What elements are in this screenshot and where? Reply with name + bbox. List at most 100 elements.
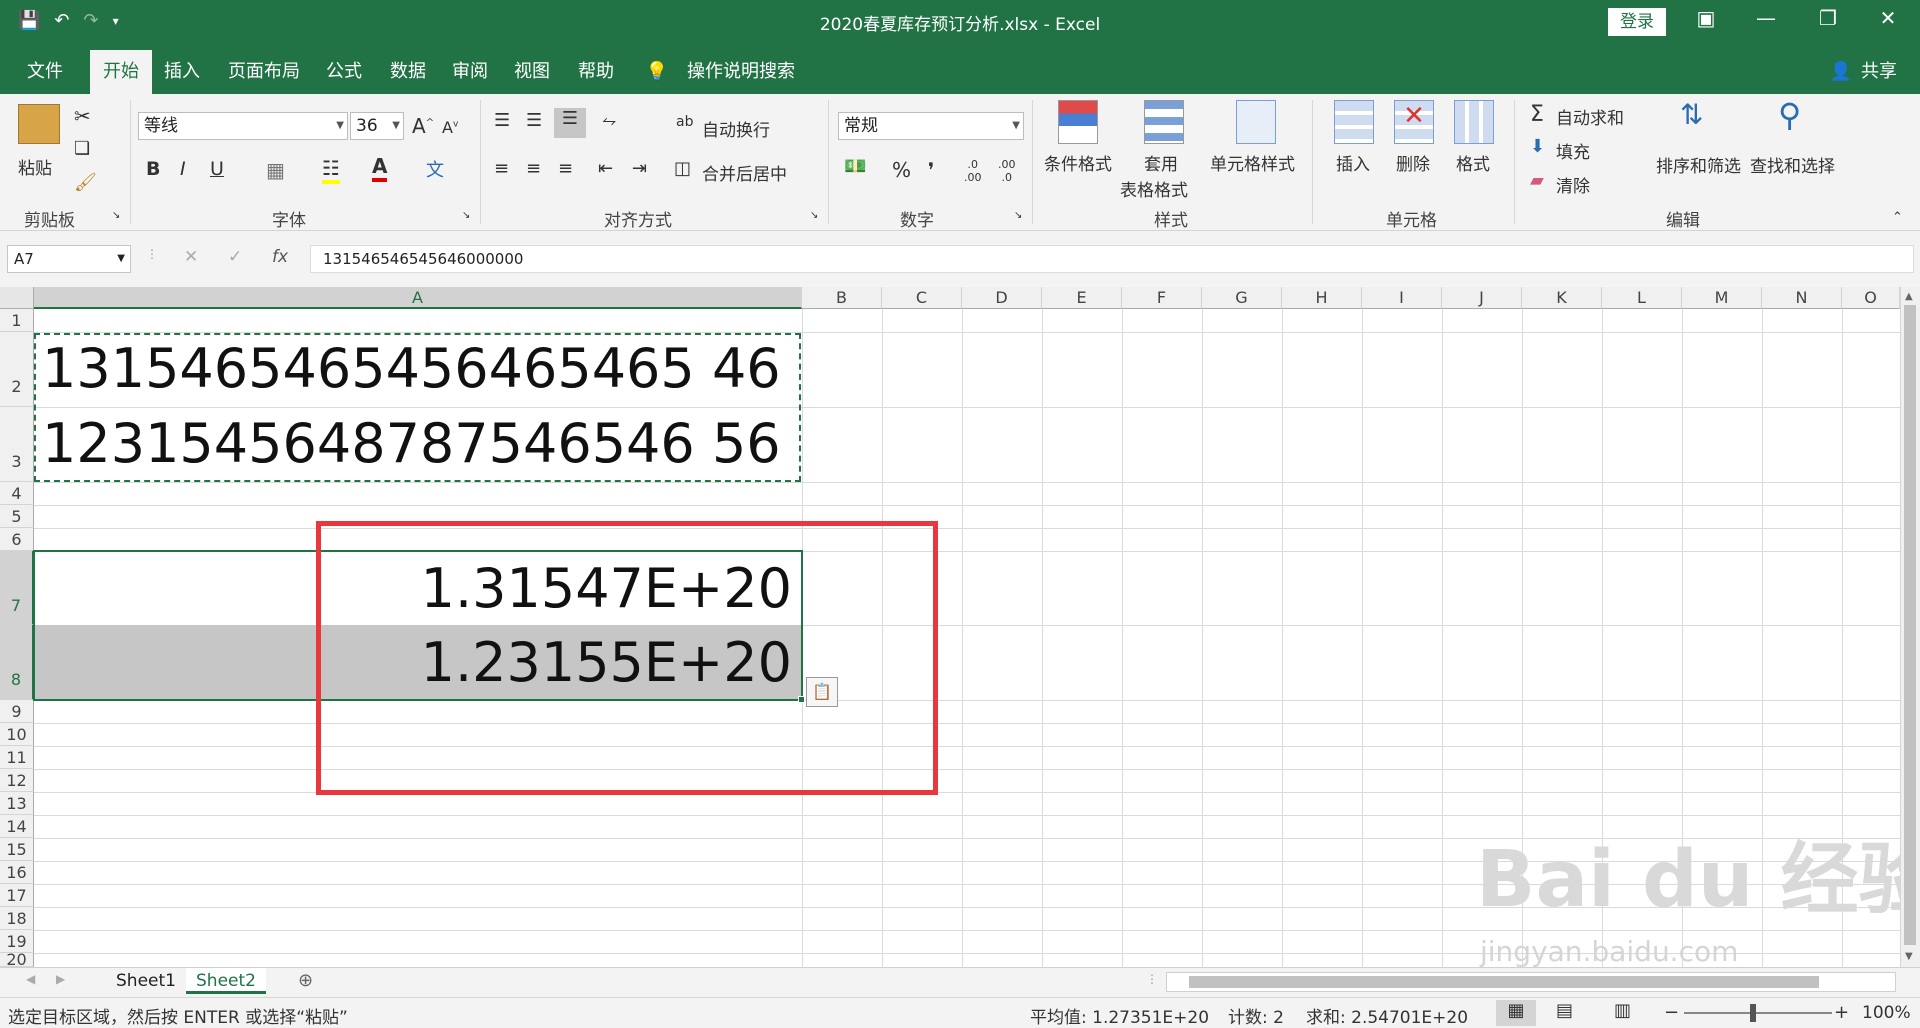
font-color-icon[interactable]: A <box>372 154 388 182</box>
zoom-in-icon[interactable]: + <box>1834 1002 1849 1023</box>
select-all-corner[interactable] <box>0 287 34 309</box>
scroll-up-icon[interactable]: ▲ <box>1905 291 1913 302</box>
ribbon-display-icon[interactable]: ▣ <box>1686 6 1726 30</box>
row-header[interactable]: 3 <box>0 407 34 482</box>
dialog-launcher-icon[interactable]: ↘ <box>1014 210 1022 221</box>
row-header[interactable]: 20 <box>0 953 34 967</box>
bold-button[interactable]: B <box>146 158 160 180</box>
sort-filter-button[interactable]: 排序和筛选 <box>1656 152 1741 177</box>
zoom-slider[interactable] <box>1684 1012 1832 1014</box>
format-cells-icon[interactable] <box>1454 100 1494 144</box>
conditional-format-icon[interactable] <box>1058 100 1098 144</box>
decrease-indent-icon[interactable]: ⇤ <box>598 158 613 179</box>
align-bottom-icon[interactable]: ☰ <box>554 108 586 138</box>
dialog-launcher-icon[interactable]: ↘ <box>810 210 818 221</box>
horizontal-scrollbar[interactable] <box>1166 972 1896 992</box>
cut-icon[interactable]: ✂ <box>74 104 91 128</box>
column-header[interactable]: F <box>1122 287 1202 309</box>
merge-center-button[interactable]: 合并后居中 <box>702 160 787 185</box>
increase-decimal-icon[interactable]: .0.00 <box>964 158 982 184</box>
border-icon[interactable]: ▦ <box>266 158 285 182</box>
h-scroll-thumb[interactable] <box>1189 976 1819 988</box>
row-header[interactable]: 5 <box>0 505 34 528</box>
italic-button[interactable]: I <box>180 158 186 180</box>
column-header[interactable]: I <box>1362 287 1442 309</box>
tab-help[interactable]: 帮助 <box>572 44 620 94</box>
tab-file[interactable]: 文件 <box>18 44 72 94</box>
decrease-decimal-icon[interactable]: .00.0 <box>998 158 1016 184</box>
delete-cells-icon[interactable]: ✕ <box>1394 100 1434 144</box>
number-format-select[interactable]: 常规 ▼ <box>838 112 1024 140</box>
sheet-tab-active[interactable]: Sheet2 <box>186 968 266 994</box>
increase-font-icon[interactable]: A^ <box>412 114 434 138</box>
underline-button[interactable]: U <box>210 158 224 180</box>
name-box[interactable]: A7 ▼ <box>7 245 131 273</box>
formula-input[interactable]: 131546546545646000000 <box>310 245 1914 273</box>
row-header[interactable]: 13 <box>0 792 34 815</box>
next-sheet-icon[interactable]: ▶ <box>56 972 65 986</box>
wrap-text-button[interactable]: 自动换行 <box>702 116 770 141</box>
column-header[interactable]: L <box>1602 287 1682 309</box>
row-header[interactable]: 7 <box>0 551 34 625</box>
close-icon[interactable]: ✕ <box>1868 6 1908 30</box>
scroll-down-icon[interactable]: ▼ <box>1905 951 1913 962</box>
row-header[interactable]: 8 <box>0 625 34 700</box>
font-name-select[interactable]: 等线 ▼ <box>138 112 348 140</box>
column-header[interactable]: H <box>1282 287 1362 309</box>
column-header[interactable]: J <box>1442 287 1522 309</box>
insert-cells-button[interactable]: 插入 <box>1336 150 1370 175</box>
column-header[interactable]: G <box>1202 287 1282 309</box>
comma-button[interactable]: ❜ <box>928 158 934 182</box>
minimize-icon[interactable]: — <box>1746 6 1786 30</box>
row-header[interactable]: 10 <box>0 723 34 746</box>
fill-button[interactable]: 填充 <box>1556 138 1590 163</box>
cell-styles-button[interactable]: 单元格样式 <box>1210 150 1295 175</box>
login-button[interactable]: 登录 <box>1608 8 1666 36</box>
vertical-scrollbar[interactable]: ▲ ▼ <box>1900 287 1920 967</box>
zoom-out-icon[interactable]: − <box>1664 1002 1679 1023</box>
clear-button[interactable]: 清除 <box>1556 172 1590 197</box>
add-sheet-icon[interactable]: ⊕ <box>298 970 313 991</box>
decrease-font-icon[interactable]: Av <box>442 118 458 137</box>
page-break-view-icon[interactable]: ▥ <box>1614 1000 1631 1021</box>
cell-styles-icon[interactable] <box>1236 100 1276 144</box>
row-header[interactable]: 9 <box>0 700 34 723</box>
enter-icon[interactable]: ✓ <box>228 247 242 267</box>
magnifier-icon[interactable]: ⚲ <box>1778 96 1801 134</box>
fill-color-icon[interactable]: ☷ <box>322 156 340 184</box>
share-button[interactable]: 共享 <box>1854 44 1904 94</box>
insert-cells-icon[interactable] <box>1334 100 1374 144</box>
orientation-icon[interactable]: ⥊ <box>602 110 616 131</box>
align-left-icon[interactable]: ≡ <box>494 158 509 179</box>
phonetic-icon[interactable]: 文 <box>426 156 444 182</box>
row-header[interactable]: 19 <box>0 930 34 953</box>
restore-icon[interactable]: ❐ <box>1808 6 1848 30</box>
tab-data[interactable]: 数据 <box>384 44 432 94</box>
font-size-select[interactable]: 36 ▼ <box>350 112 404 140</box>
row-header[interactable]: 18 <box>0 907 34 930</box>
zoom-level[interactable]: 100% <box>1862 1003 1911 1023</box>
sort-filter-icon[interactable]: ⇅ <box>1680 98 1703 131</box>
column-header[interactable]: A <box>34 287 802 309</box>
page-layout-view-icon[interactable]: ▤ <box>1556 1000 1573 1021</box>
tab-view[interactable]: 视图 <box>508 44 556 94</box>
align-center-icon[interactable]: ≡ <box>526 158 541 179</box>
increase-indent-icon[interactable]: ⇥ <box>632 158 647 179</box>
column-header[interactable]: B <box>802 287 882 309</box>
delete-cells-button[interactable]: 删除 <box>1396 150 1430 175</box>
tab-formulas[interactable]: 公式 <box>320 44 368 94</box>
column-header[interactable]: O <box>1842 287 1900 309</box>
column-header[interactable]: E <box>1042 287 1122 309</box>
cancel-icon[interactable]: ✕ <box>184 247 198 267</box>
format-as-table-line2[interactable]: 表格格式 <box>1120 176 1188 201</box>
row-header[interactable]: 15 <box>0 838 34 861</box>
normal-view-icon[interactable]: ▦ <box>1496 1000 1536 1026</box>
tab-page-layout[interactable]: 页面布局 <box>222 44 306 94</box>
row-header[interactable]: 1 <box>0 309 34 332</box>
worksheet-grid[interactable]: A B C D E F G H I J K L M N O 1 2 3 4 5 … <box>0 287 1900 967</box>
column-header[interactable]: D <box>962 287 1042 309</box>
insert-function-button[interactable]: fx <box>272 247 288 267</box>
align-middle-icon[interactable]: ☰ <box>526 110 542 131</box>
cell-a3[interactable]: 1231545648787546546 56 <box>42 412 781 475</box>
align-top-icon[interactable]: ☰ <box>494 110 510 131</box>
